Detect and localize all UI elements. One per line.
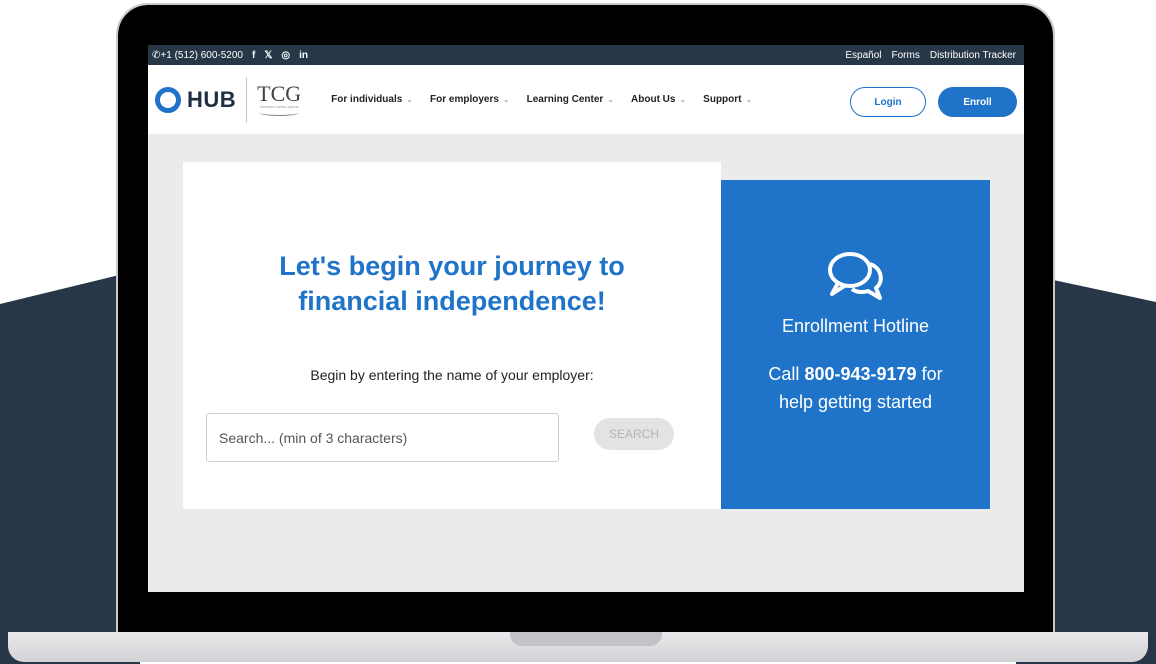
hotline-phone-number[interactable]: 800-943-9179: [804, 364, 916, 384]
hub-logo-circle-icon: [155, 86, 181, 113]
nav-support[interactable]: Support ⌄: [703, 94, 752, 105]
chevron-down-icon: ⌄: [502, 95, 510, 104]
hotline-call-text: Call 800-943-9179 for help getting start…: [768, 364, 943, 412]
employer-prompt: Begin by entering the name of your emplo…: [310, 367, 594, 383]
nav-for-individuals[interactable]: For individuals ⌄: [331, 94, 413, 105]
top-utility-bar: ✆+1 (512) 600-5200 f 𝕏 ◎ in Español Form…: [148, 45, 1024, 65]
logo-divider: [246, 77, 248, 122]
employer-search-input[interactable]: [206, 413, 559, 462]
main-nav: For individuals ⌄ For employers ⌄ Learning…: [331, 94, 752, 105]
chevron-down-icon: ⌄: [607, 95, 615, 104]
instagram-icon[interactable]: ◎: [281, 50, 290, 61]
phone-link[interactable]: ✆+1 (512) 600-5200: [152, 50, 243, 61]
enroll-button[interactable]: Enroll: [938, 87, 1017, 117]
nav-about-us[interactable]: About Us ⌄: [631, 94, 686, 105]
hotline-title: Enrollment Hotline: [781, 316, 930, 336]
browser-screen: ✆+1 (512) 600-5200 f 𝕏 ◎ in Español Form…: [148, 45, 1024, 592]
page-headline: Let's begin your journey to financial in…: [279, 251, 625, 316]
espanol-link[interactable]: Español: [845, 50, 881, 61]
site-header: HUB TCG TRUSTED CAPITAL GROUP For indivi…: [148, 65, 1024, 134]
chat-bubbles-icon: [828, 252, 883, 300]
tcg-swoosh-icon: [259, 109, 300, 116]
tcg-logo[interactable]: TCG TRUSTED CAPITAL GROUP: [257, 83, 301, 116]
enrollment-hotline-panel: Enrollment Hotline Call 800-943-9179 for…: [721, 180, 990, 509]
forms-link[interactable]: Forms: [892, 50, 920, 61]
distribution-tracker-link[interactable]: Distribution Tracker: [930, 50, 1016, 61]
nav-learning-center[interactable]: Learning Center ⌄: [527, 94, 614, 105]
chevron-down-icon: ⌄: [745, 95, 753, 104]
search-button[interactable]: SEARCH: [594, 418, 674, 450]
laptop-notch: [510, 632, 662, 646]
employer-search-card: Let's begin your journey to financial in…: [183, 162, 721, 509]
chevron-down-icon: ⌄: [679, 95, 687, 104]
hub-logo[interactable]: HUB: [155, 86, 236, 113]
facebook-icon[interactable]: f: [252, 50, 255, 61]
nav-for-employers[interactable]: For employers ⌄: [430, 94, 510, 105]
twitter-icon[interactable]: 𝕏: [264, 50, 272, 61]
login-button[interactable]: Login: [850, 87, 926, 117]
linkedin-icon[interactable]: in: [299, 50, 308, 61]
chevron-down-icon: ⌄: [406, 95, 413, 104]
